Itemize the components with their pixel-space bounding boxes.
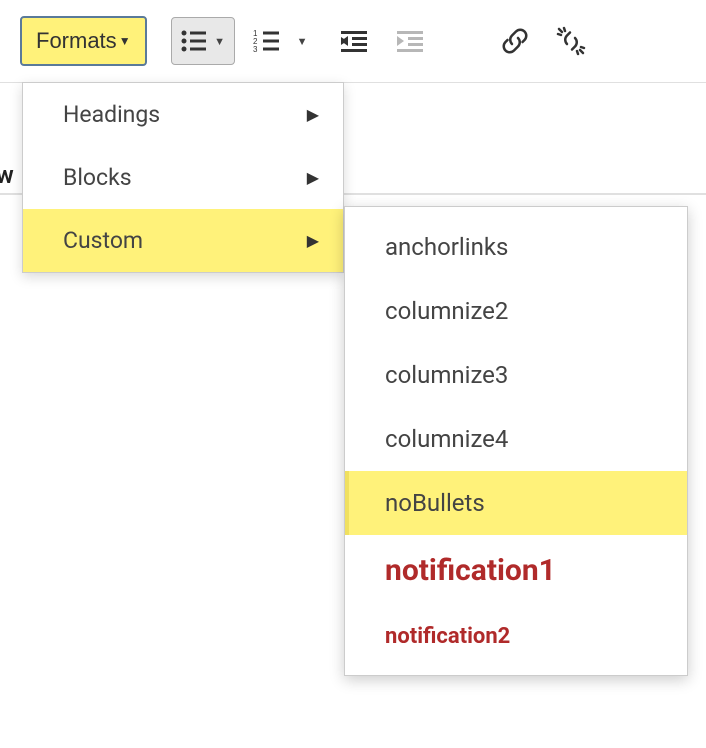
submenu-item-label: anchorlinks — [385, 233, 508, 261]
numbered-list-button[interactable]: 1 2 3 — [243, 17, 291, 65]
unlink-button[interactable] — [547, 17, 595, 65]
submenu-item-columnize2[interactable]: columnize2 — [345, 279, 687, 343]
submenu-item-label: columnize3 — [385, 361, 508, 389]
content-text-fragment: w — [0, 161, 14, 189]
bullet-list-button[interactable]: ▼ — [171, 17, 235, 65]
menu-item-headings[interactable]: Headings ▶ — [23, 83, 343, 146]
caret-down-icon[interactable]: ▼ — [297, 35, 308, 48]
submenu-item-anchorlinks[interactable]: anchorlinks — [345, 215, 687, 279]
submenu-item-columnize3[interactable]: columnize3 — [345, 343, 687, 407]
formats-dropdown: Headings ▶ Blocks ▶ Custom ▶ — [22, 82, 344, 273]
svg-text:3: 3 — [253, 45, 258, 53]
submenu-item-notification2[interactable]: notification2 — [345, 606, 687, 667]
caret-down-icon: ▼ — [119, 34, 131, 48]
chevron-right-icon: ▶ — [307, 231, 319, 250]
menu-item-blocks[interactable]: Blocks ▶ — [23, 146, 343, 209]
numbered-list-group: 1 2 3 ▼ — [243, 17, 308, 65]
submenu-item-nobullets[interactable]: noBullets — [345, 471, 687, 535]
formats-button[interactable]: Formats ▼ — [20, 16, 147, 66]
menu-item-label: Custom — [63, 227, 143, 254]
submenu-item-label: notification2 — [385, 624, 510, 649]
submenu-item-columnize4[interactable]: columnize4 — [345, 407, 687, 471]
menu-item-label: Blocks — [63, 164, 132, 191]
menu-item-custom[interactable]: Custom ▶ — [23, 209, 343, 272]
bullet-list-group: ▼ — [171, 17, 235, 65]
submenu-item-label: noBullets — [385, 489, 485, 517]
caret-down-icon: ▼ — [214, 35, 225, 48]
link-button[interactable] — [491, 17, 539, 65]
custom-submenu: anchorlinks columnize2 columnize3 column… — [344, 206, 688, 676]
chevron-right-icon: ▶ — [307, 105, 319, 124]
submenu-item-label: columnize2 — [385, 297, 508, 325]
formats-label: Formats — [36, 28, 117, 54]
submenu-item-label: notification1 — [385, 553, 556, 588]
outdent-button[interactable] — [331, 17, 379, 65]
indent-button[interactable] — [387, 17, 435, 65]
menu-item-label: Headings — [63, 101, 160, 128]
chevron-right-icon: ▶ — [307, 168, 319, 187]
submenu-item-label: columnize4 — [385, 425, 508, 453]
submenu-item-notification1[interactable]: notification1 — [345, 535, 687, 606]
toolbar: Formats ▼ ▼ 1 2 3 — [0, 0, 706, 83]
